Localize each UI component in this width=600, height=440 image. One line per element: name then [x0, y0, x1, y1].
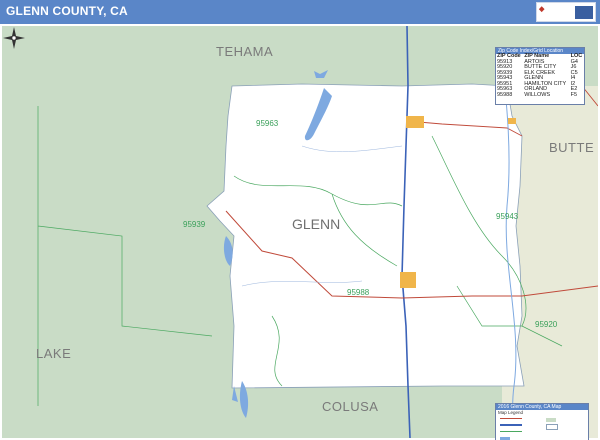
logo-mark: ◆	[539, 6, 545, 13]
legend-swatch-highway	[500, 424, 522, 430]
page-title: GLENN COUNTY, CA	[6, 4, 128, 18]
title-bar: GLENN COUNTY, CA ◆	[0, 0, 600, 24]
zip-label-95939: 95939	[183, 220, 206, 229]
town-orland	[406, 116, 424, 128]
zip-label-95963: 95963	[256, 119, 279, 128]
zip-label-95943: 95943	[496, 212, 519, 221]
zip-label-95920: 95920	[535, 320, 558, 329]
legend-swatch-county	[546, 424, 558, 430]
zip-code-index: Zip Code Index/Grid Location ZIP Code ZI…	[495, 47, 585, 105]
map-legend: 2016 Glenn County, CA Map Map Legend	[495, 403, 589, 440]
logo-box	[575, 6, 593, 19]
county-area	[206, 83, 525, 389]
zip-table-row: 95988 WILLOWS F5	[496, 91, 584, 99]
neighbor-label-tehama: TEHAMA	[216, 44, 274, 59]
neighbor-label-lake: LAKE	[36, 346, 72, 361]
zip-table-cell: WILLOWS	[524, 91, 551, 98]
zip-table-cell: F5	[570, 91, 578, 98]
legend-swatch-roads	[500, 418, 522, 423]
publisher-logo: ◆	[536, 2, 596, 22]
town-hamilton	[508, 118, 516, 124]
map-frame: GLENN COUNTY, CA ◆ TEHAMA BUTTE COLUSA L…	[0, 0, 600, 440]
lake-east	[223, 236, 233, 266]
zip-boundary-e	[37, 106, 213, 406]
neighbor-label-butte: BUTTE	[549, 140, 595, 155]
zip-table-cell: 95988	[497, 91, 513, 98]
lake-south-b	[232, 386, 238, 402]
county-label-glenn: GLENN	[292, 216, 341, 232]
town-willows	[400, 272, 416, 288]
neighbor-label-colusa: COLUSA	[322, 399, 379, 414]
lake-small-north	[314, 70, 328, 78]
legend-subtitle: Map Legend	[498, 410, 524, 415]
zip-table: ZIP Code ZIP Name LOC 95913 ARTOIS G4 95…	[496, 53, 584, 99]
zip-label-95988: 95988	[347, 288, 370, 297]
compass-rose-icon	[3, 27, 25, 49]
map-canvas[interactable]: TEHAMA BUTTE COLUSA LAKE GLENN 95963 959…	[2, 26, 598, 440]
legend-swatch-zip	[500, 431, 522, 436]
legend-swatch-area	[546, 418, 556, 422]
